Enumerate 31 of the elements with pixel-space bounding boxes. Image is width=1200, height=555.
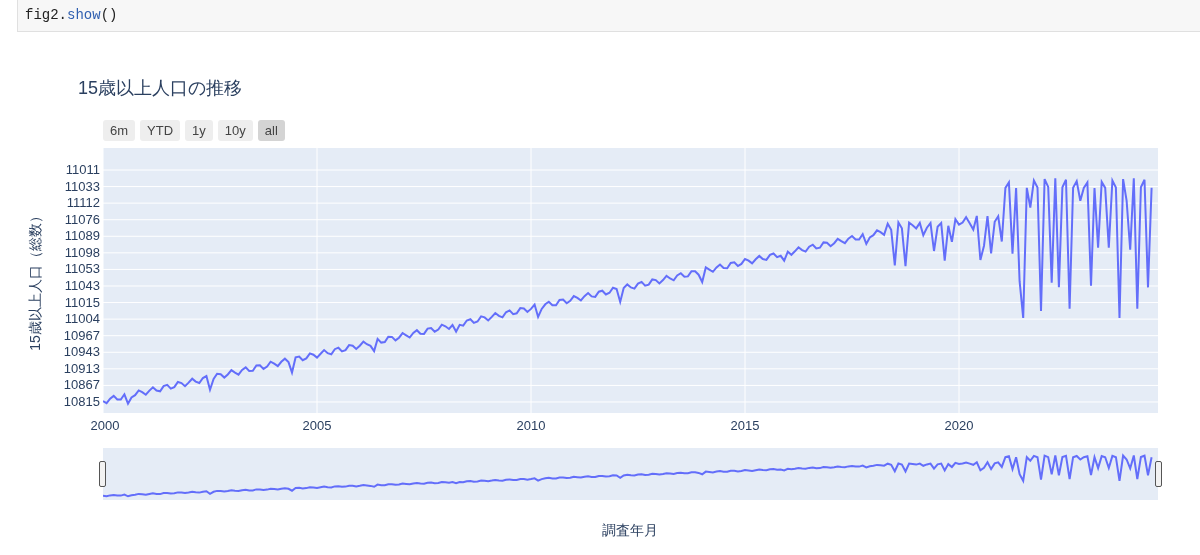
y-tick-label: 10815: [63, 394, 100, 409]
y-tick-label: 11033: [64, 179, 100, 194]
range-button[interactable]: 1y: [185, 120, 213, 141]
y-tick-label: 10967: [63, 328, 100, 343]
chart-title: 15歳以上人口の推移: [78, 77, 244, 100]
x-tick-label: 2015: [730, 417, 760, 435]
y-tick-label: 10867: [63, 378, 100, 393]
y-tick-label: 10943: [63, 345, 100, 360]
x-tick-label: 2010: [516, 417, 546, 435]
x-tick-label: 2020: [944, 417, 974, 435]
range-handle[interactable]: [99, 461, 106, 487]
y-tick-label: 11089: [64, 229, 100, 244]
y-tick-label: 10913: [63, 361, 100, 376]
range-button[interactable]: 10y: [217, 120, 253, 141]
range-button[interactable]: YTD: [140, 120, 181, 141]
y-tick-label: 11053: [64, 262, 100, 277]
range-handle[interactable]: [1154, 461, 1162, 487]
x-tick-label: 2000: [90, 417, 120, 435]
y-tick-label: 11015: [64, 295, 100, 310]
y-tick-label: 11098: [64, 245, 100, 260]
y-axis-title: 15歳以上人口（総数）: [25, 209, 44, 351]
range-button[interactable]: all: [257, 120, 285, 141]
x-axis-title: 調査年月: [602, 521, 658, 540]
y-tick-label: 11011: [65, 163, 100, 177]
y-tick-label: 11043: [64, 279, 100, 293]
range-button[interactable]: 6m: [103, 120, 136, 141]
x-tick-label: 2005: [302, 417, 332, 435]
y-tick-label: 11076: [64, 212, 100, 227]
code-line: fig2.show(): [25, 6, 118, 25]
y-tick-label: 11004: [64, 312, 100, 327]
y-tick-label: 11112: [66, 196, 100, 211]
